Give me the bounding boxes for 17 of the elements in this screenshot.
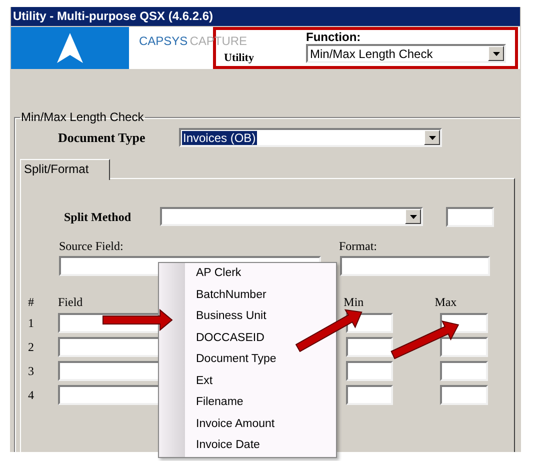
row-number: 2 [28, 338, 35, 356]
function-label: Function: [306, 31, 362, 44]
field-label: Format: [339, 238, 377, 254]
brand-text: CAPSYS [139, 34, 188, 48]
column-header: Max [434, 294, 457, 308]
column-header: Min [344, 294, 364, 308]
field-label: Document Type [58, 129, 146, 147]
column-header: # [28, 294, 35, 308]
field-label: Split Method [64, 208, 132, 226]
field-label: Source Field: [59, 238, 124, 254]
column-header: Field [58, 294, 83, 308]
utility-label: Utility [224, 51, 255, 66]
group-title: Min/Max Length Check [20, 109, 145, 126]
row-number: 3 [28, 362, 35, 380]
window-title: Utility - Multi-purpose QSX (4.6.2.6) [11, 7, 520, 26]
row-number: 1 [28, 314, 35, 332]
row-number: 4 [28, 386, 35, 404]
